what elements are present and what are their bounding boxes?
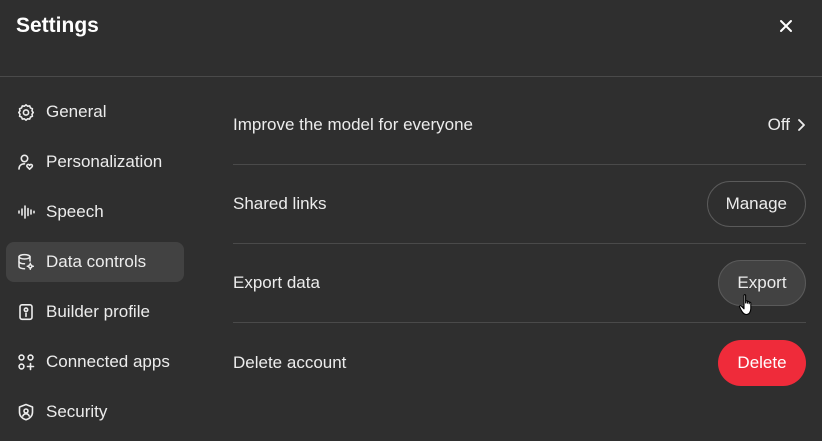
setting-row-export-data: Export data Export bbox=[233, 244, 806, 323]
chevron-right-icon bbox=[798, 119, 805, 131]
setting-label: Improve the model for everyone bbox=[233, 115, 474, 134]
dialog-title: Settings bbox=[16, 14, 99, 37]
sidebar-item-label: Builder profile bbox=[46, 302, 150, 321]
delete-account-button[interactable]: Delete bbox=[718, 339, 806, 386]
user-heart-icon bbox=[17, 153, 35, 171]
setting-value: Off bbox=[767, 115, 790, 134]
sidebar-item-general[interactable]: General bbox=[6, 92, 184, 132]
sidebar-item-connected-apps[interactable]: Connected apps bbox=[6, 342, 184, 382]
dialog-header: Settings bbox=[0, 0, 822, 77]
export-data-button[interactable]: Export bbox=[718, 260, 806, 306]
setting-label: Delete account bbox=[233, 352, 347, 372]
setting-row-shared-links: Shared links Manage bbox=[233, 165, 806, 244]
close-icon bbox=[780, 20, 792, 32]
database-gear-icon bbox=[17, 253, 35, 271]
settings-dialog: Settings General Personalization Speech … bbox=[0, 0, 822, 441]
sidebar-item-label: Speech bbox=[46, 202, 104, 221]
sidebar-item-label: Personalization bbox=[46, 152, 163, 171]
apps-grid-icon bbox=[17, 353, 35, 371]
sidebar-item-builder-profile[interactable]: Builder profile bbox=[6, 292, 184, 332]
setting-row-delete-account: Delete account Delete bbox=[233, 323, 806, 402]
improve-model-toggle-link[interactable]: Off bbox=[768, 115, 806, 135]
waveform-icon bbox=[17, 203, 35, 221]
sidebar-item-label: Security bbox=[46, 402, 108, 421]
sidebar-item-label: Data controls bbox=[46, 252, 147, 271]
sidebar-item-security[interactable]: Security bbox=[6, 392, 184, 432]
setting-row-improve-model: Improve the model for everyone Off bbox=[233, 86, 806, 165]
close-button[interactable] bbox=[770, 10, 802, 42]
setting-label: Export data bbox=[233, 273, 320, 292]
shield-icon bbox=[17, 403, 35, 421]
sidebar-item-personalization[interactable]: Personalization bbox=[6, 142, 184, 182]
setting-label: Shared links bbox=[233, 194, 327, 213]
sidebar-item-label: Connected apps bbox=[46, 352, 170, 371]
settings-sidebar: General Personalization Speech Data cont… bbox=[6, 92, 184, 441]
sidebar-item-speech[interactable]: Speech bbox=[6, 192, 184, 232]
sidebar-item-label: General bbox=[46, 102, 107, 121]
manage-shared-links-button[interactable]: Manage bbox=[706, 181, 806, 227]
gear-icon bbox=[17, 103, 35, 121]
sidebar-item-data-controls[interactable]: Data controls bbox=[6, 242, 184, 282]
id-card-icon bbox=[17, 303, 35, 321]
data-controls-panel: Improve the model for everyone Off Share… bbox=[233, 86, 806, 402]
